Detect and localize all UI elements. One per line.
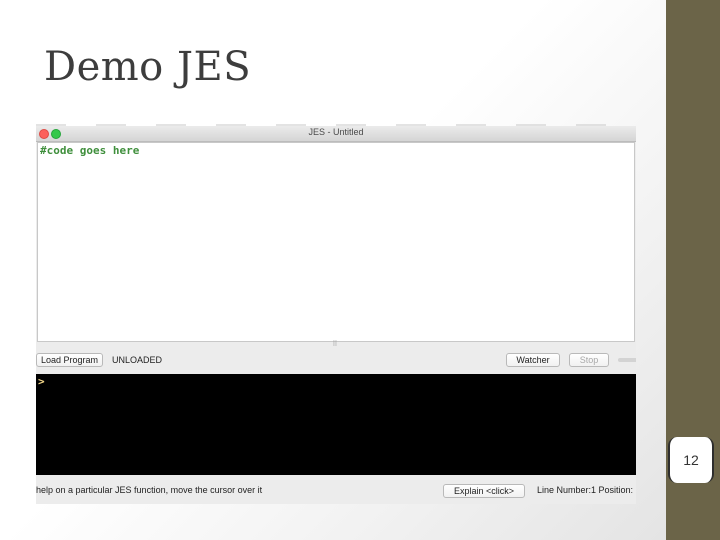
jes-window: JES - Untitled #code goes here ⠿ Load Pr… <box>36 126 636 504</box>
slide-title: Demo JES <box>44 44 252 90</box>
load-program-button[interactable]: Load Program <box>36 353 103 367</box>
page-number: 12 <box>668 437 714 483</box>
line-position-info: Line Number:1 Position: 1 <box>537 485 636 495</box>
window-title: JES - Untitled <box>308 127 364 137</box>
program-status: UNLOADED <box>112 355 163 365</box>
stop-button[interactable]: Stop <box>569 353 609 367</box>
console-prompt: > <box>38 375 45 388</box>
help-text: help on a particular JES function, move … <box>36 485 263 495</box>
split-handle-icon[interactable]: ⠿ <box>332 341 338 348</box>
speed-slider[interactable] <box>618 358 636 362</box>
status-bar: help on a particular JES function, move … <box>36 481 636 499</box>
window-titlebar[interactable]: JES - Untitled <box>36 126 636 142</box>
watcher-button[interactable]: Watcher <box>506 353 560 367</box>
code-line: #code goes here <box>40 144 140 157</box>
explain-button[interactable]: Explain <click> <box>443 484 525 498</box>
page-number-text: 12 <box>683 452 699 468</box>
code-editor[interactable]: #code goes here <box>37 142 635 342</box>
command-console[interactable]: > <box>36 374 636 475</box>
toolbar: Load Program UNLOADED Watcher Stop <box>36 350 636 370</box>
